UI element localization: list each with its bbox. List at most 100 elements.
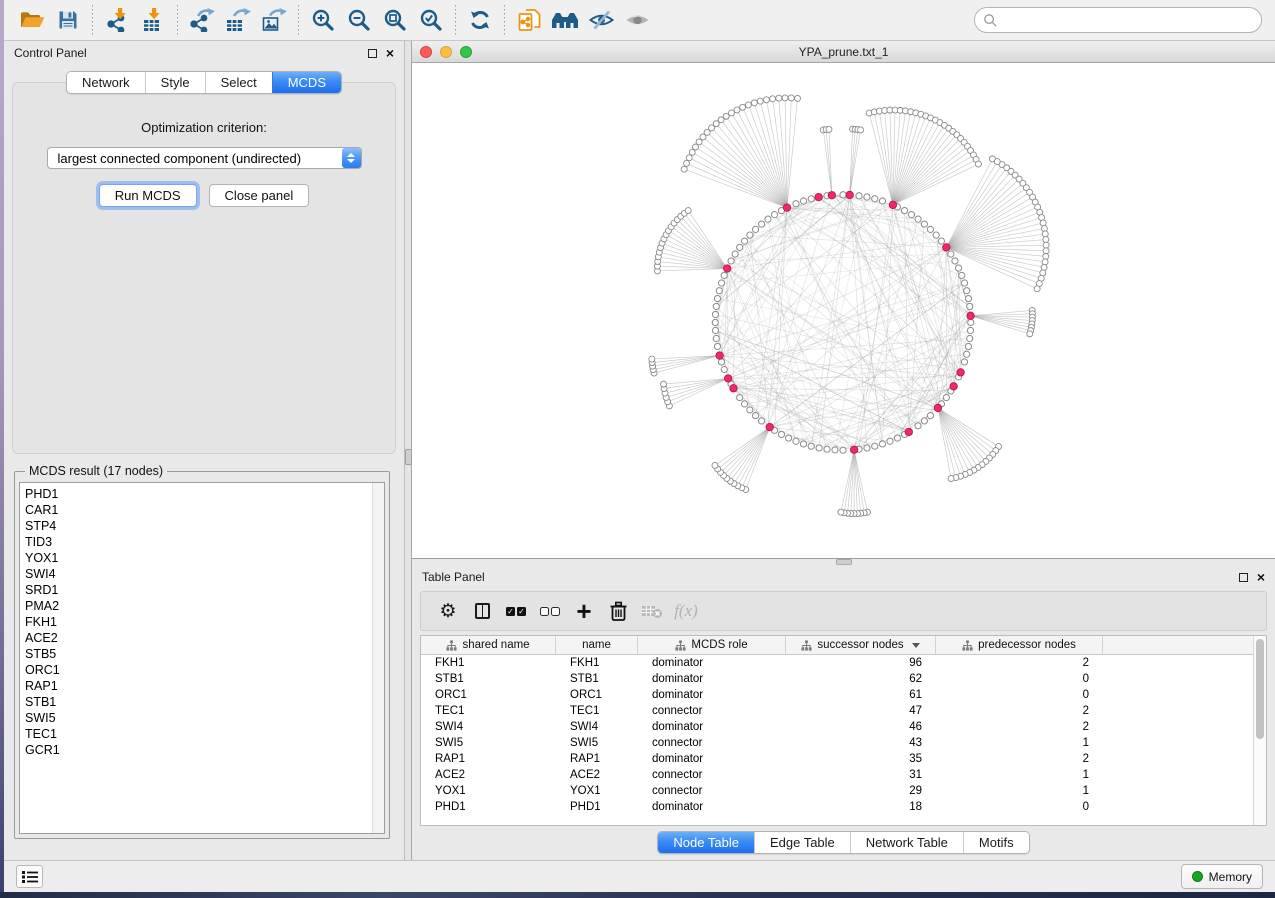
network-node[interactable] <box>968 319 974 325</box>
table-row[interactable]: YOX1YOX1connector291 <box>421 783 1253 799</box>
column-header-MCDS-role[interactable]: MCDS role <box>638 636 786 654</box>
network-node[interactable] <box>838 509 844 515</box>
network-node[interactable] <box>840 192 846 198</box>
network-node[interactable] <box>872 443 878 449</box>
network-node[interactable] <box>737 244 743 250</box>
network-node[interactable] <box>887 438 893 444</box>
network-node[interactable] <box>901 207 907 213</box>
network-node[interactable] <box>757 98 763 104</box>
network-node[interactable] <box>721 272 727 278</box>
network-node[interactable] <box>948 251 954 257</box>
table-row[interactable]: ORC1ORC1dominator610 <box>421 687 1253 703</box>
table-row[interactable]: SWI5SWI5connector431 <box>421 735 1253 751</box>
network-node[interactable] <box>745 102 751 108</box>
tab-network-table[interactable]: Network Table <box>850 832 963 853</box>
mcds-result-item[interactable]: SRD1 <box>25 582 372 598</box>
splitter-grip[interactable] <box>836 559 852 565</box>
table-settings-button[interactable]: ⚙ <box>431 595 465 627</box>
table-row[interactable]: STB1STB1dominator620 <box>421 671 1253 687</box>
network-node[interactable] <box>729 110 735 116</box>
mcds-result-item[interactable]: PHD1 <box>25 486 372 502</box>
network-node[interactable] <box>948 476 954 482</box>
mcds-network-node[interactable] <box>766 423 773 430</box>
network-node[interactable] <box>1043 237 1049 243</box>
network-node[interactable] <box>1042 259 1048 265</box>
zoom-fit-button[interactable] <box>377 3 413 37</box>
table-row[interactable]: ACE2ACE2connector311 <box>421 767 1253 783</box>
search-field[interactable] <box>974 7 1262 33</box>
network-node[interactable] <box>858 127 864 133</box>
network-node[interactable] <box>927 413 933 419</box>
network-node[interactable] <box>967 335 973 341</box>
network-node[interactable] <box>800 441 806 447</box>
table-row[interactable]: TEC1TEC1connector472 <box>421 703 1253 719</box>
tab-node-table[interactable]: Node Table <box>658 832 754 853</box>
network-node[interactable] <box>737 394 743 400</box>
mcds-network-node[interactable] <box>889 201 896 208</box>
network-node[interactable] <box>721 366 727 372</box>
splitter-grip[interactable] <box>405 449 412 465</box>
network-node[interactable] <box>864 445 870 451</box>
network-node[interactable] <box>1041 264 1047 270</box>
network-node[interactable] <box>915 423 921 429</box>
network-node[interactable] <box>649 356 655 362</box>
column-header-predecessor-nodes[interactable]: predecessor nodes <box>936 636 1103 654</box>
mcds-network-node[interactable] <box>957 369 964 376</box>
mcds-network-node[interactable] <box>716 352 723 359</box>
tab-select[interactable]: Select <box>205 72 272 93</box>
network-node[interactable] <box>832 447 838 453</box>
tab-mcds[interactable]: MCDS <box>272 72 341 93</box>
network-node[interactable] <box>975 161 981 167</box>
network-node[interactable] <box>713 335 719 341</box>
network-node[interactable] <box>758 418 764 424</box>
network-node[interactable] <box>712 319 718 325</box>
network-node[interactable] <box>894 435 900 441</box>
network-node[interactable] <box>765 216 771 222</box>
import-network-button[interactable] <box>99 3 135 37</box>
network-node[interactable] <box>952 258 958 264</box>
network-node[interactable] <box>758 221 764 227</box>
column-header-shared-name[interactable]: shared name <box>421 636 556 654</box>
function-builder-button[interactable]: f(x) <box>669 595 703 627</box>
select-all-rows-button[interactable]: ✓✓ <box>499 595 533 627</box>
network-node[interactable] <box>681 166 687 172</box>
open-file-button[interactable] <box>14 3 50 37</box>
network-node[interactable] <box>1042 231 1048 237</box>
duplicate-network-button[interactable] <box>511 3 547 37</box>
deselect-all-rows-button[interactable] <box>533 595 567 627</box>
network-node[interactable] <box>751 100 757 106</box>
zoom-out-button[interactable] <box>341 3 377 37</box>
network-node[interactable] <box>752 226 758 232</box>
network-node[interactable] <box>1027 331 1033 337</box>
network-node[interactable] <box>1043 248 1049 254</box>
network-node[interactable] <box>864 194 870 200</box>
network-node[interactable] <box>686 155 692 161</box>
save-session-button[interactable] <box>50 3 86 37</box>
mcds-network-node[interactable] <box>846 191 853 198</box>
network-node[interactable] <box>964 288 970 294</box>
mcds-network-node[interactable] <box>815 193 822 200</box>
network-node[interactable] <box>740 104 746 110</box>
scrollbar-thumb[interactable] <box>1256 639 1264 739</box>
network-node[interactable] <box>734 107 740 113</box>
refresh-view-button[interactable] <box>462 3 498 37</box>
network-node[interactable] <box>793 438 799 444</box>
delete-column-button[interactable] <box>601 595 635 627</box>
task-history-button[interactable] <box>16 865 43 888</box>
network-node[interactable] <box>793 201 799 207</box>
delete-table-button[interactable] <box>635 595 669 627</box>
network-node[interactable] <box>685 208 691 214</box>
zoom-selected-button[interactable] <box>413 3 449 37</box>
network-node[interactable] <box>1043 253 1049 259</box>
network-node[interactable] <box>808 443 814 449</box>
vertical-splitter[interactable] <box>404 41 412 860</box>
network-node[interactable] <box>965 343 971 349</box>
float-panel-icon[interactable] <box>368 49 377 58</box>
table-scrollbar[interactable] <box>1253 636 1266 825</box>
network-node[interactable] <box>840 447 846 453</box>
network-node[interactable] <box>927 226 933 232</box>
network-node[interactable] <box>712 327 718 333</box>
mcds-network-node[interactable] <box>783 204 790 211</box>
mcds-network-node[interactable] <box>905 428 912 435</box>
network-node[interactable] <box>716 288 722 294</box>
